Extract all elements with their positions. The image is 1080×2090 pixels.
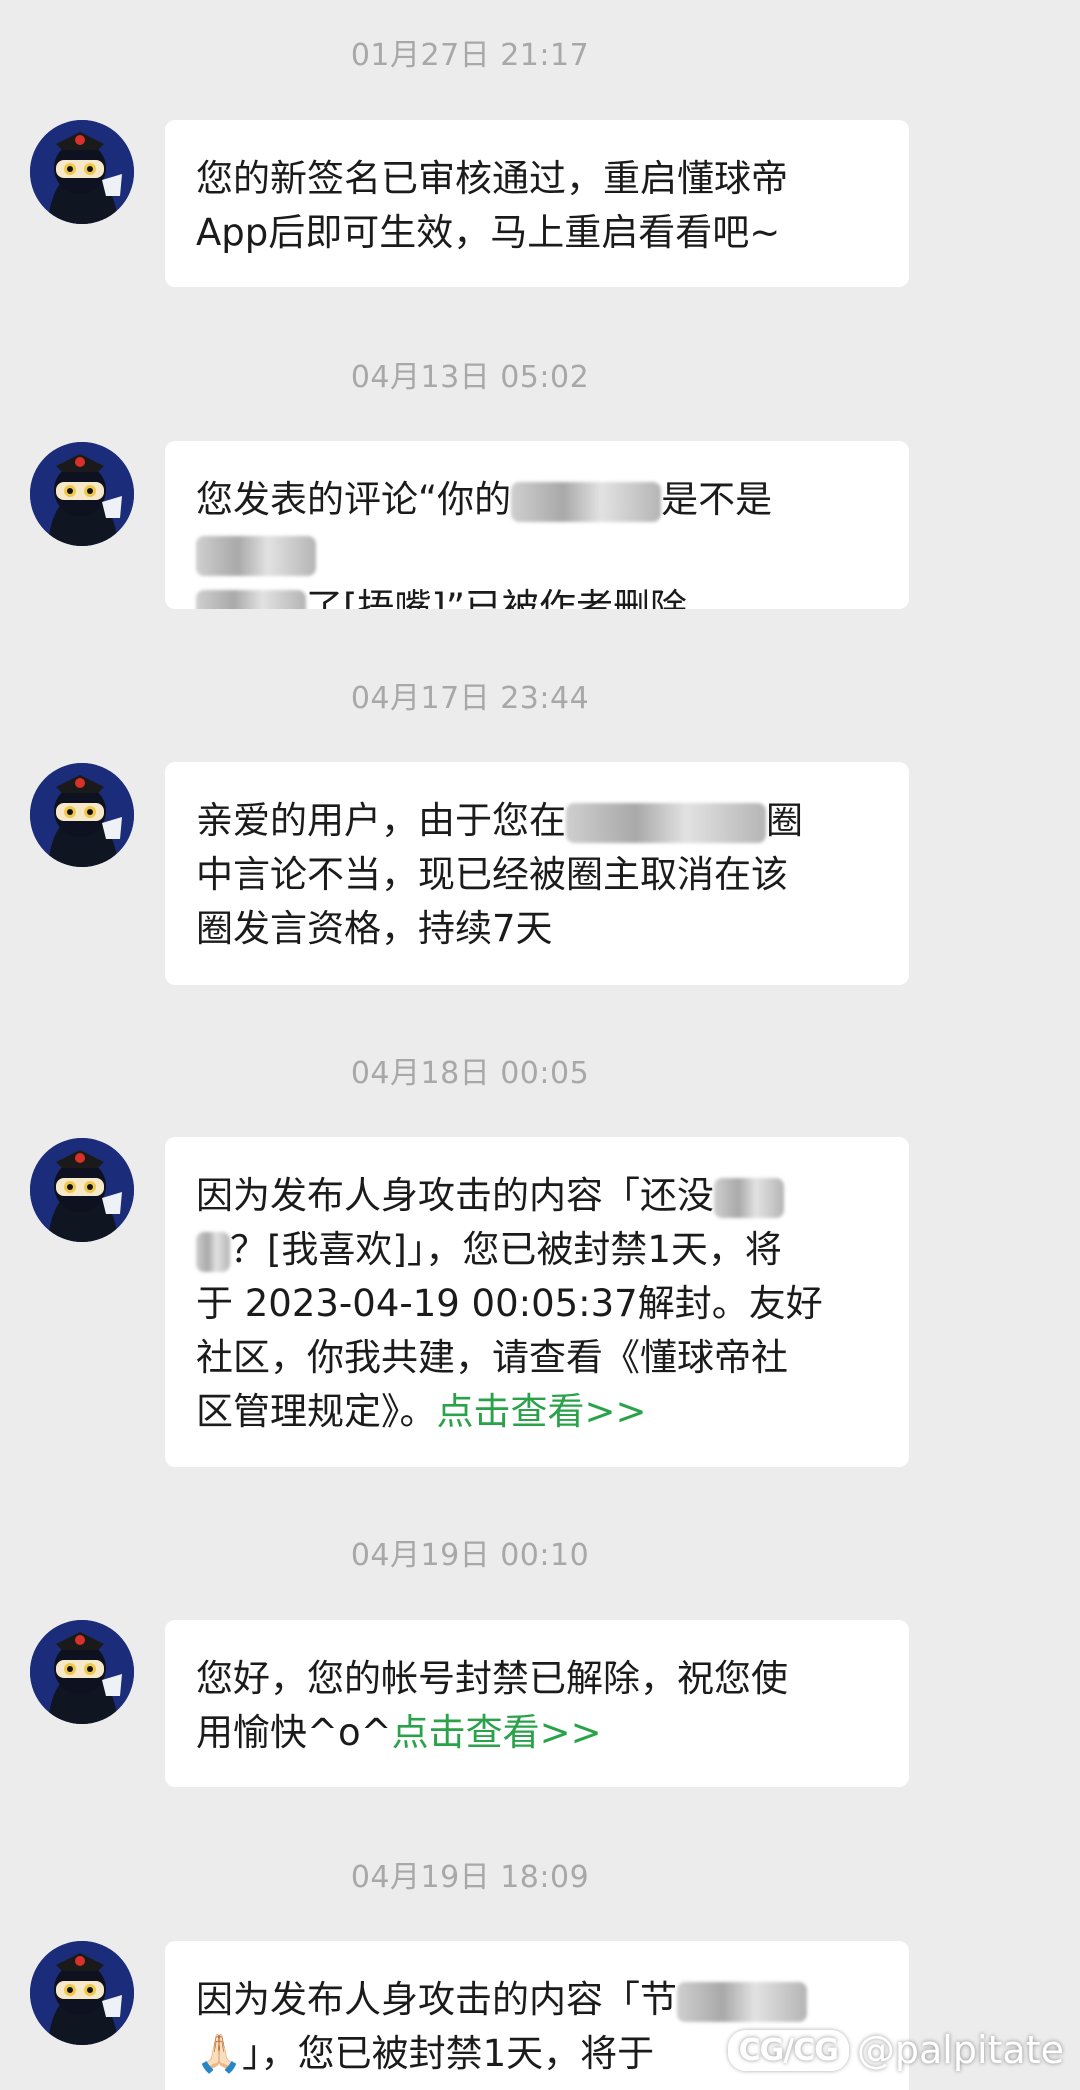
black-cat-sheriff-avatar-icon bbox=[30, 1138, 134, 1242]
message-text: 您的新签名已审核通过，重启懂球帝 bbox=[196, 157, 788, 200]
black-cat-sheriff-avatar-icon bbox=[30, 1620, 134, 1724]
avatar[interactable] bbox=[30, 763, 134, 867]
black-cat-sheriff-avatar-icon bbox=[30, 763, 134, 867]
redacted-blur bbox=[196, 535, 316, 576]
avatar[interactable] bbox=[30, 442, 134, 546]
message-text: App后即可生效，马上重启看看吧~ bbox=[196, 211, 781, 254]
redacted-blur bbox=[677, 1981, 807, 2022]
message-text: 因为发布人身攻击的内容「节 bbox=[196, 1973, 875, 2027]
message-bubble: 因为发布人身攻击的内容「还没 ？[我喜欢]」，您已被封禁1天，将 于 2023-… bbox=[165, 1137, 909, 1467]
timestamp: 04月17日 23:44 bbox=[350, 681, 590, 716]
timestamp: 04月19日 00:10 bbox=[350, 1538, 590, 1573]
timestamp: 04月18日 00:05 bbox=[350, 1056, 590, 1091]
message-text: 您好，您的帐号封禁已解除，祝您使 bbox=[196, 1657, 788, 1700]
redacted-blur bbox=[196, 589, 306, 609]
message-text: 圈发言资格，持续7天 bbox=[196, 907, 553, 950]
message-text: 中言论不当，现已经被圈主取消在该 bbox=[196, 853, 788, 896]
message-bubble: 您的新签名已审核通过，重启懂球帝 App后即可生效，马上重启看看吧~ bbox=[165, 120, 909, 287]
redacted-blur bbox=[714, 1177, 784, 1218]
message-bubble: 您发表的评论“你的 是不是 了[捂嘴]”已被作者删除 bbox=[165, 441, 909, 609]
message-text: 社区，你我共建，请查看《懂球帝社 bbox=[196, 1336, 788, 1379]
message-text: 因为发布人身攻击的内容「还没 bbox=[196, 1169, 875, 1223]
watermark-logo: CG/CG bbox=[727, 2029, 849, 2071]
view-details-link[interactable]: 点击查看>> bbox=[392, 1711, 602, 1754]
view-details-link[interactable]: 点击查看>> bbox=[437, 1390, 647, 1433]
message-text: 您发表的评论“你的 是不是 bbox=[196, 473, 875, 581]
timestamp: 04月19日 18:09 bbox=[350, 1860, 590, 1895]
avatar[interactable] bbox=[30, 1941, 134, 2045]
black-cat-sheriff-avatar-icon bbox=[30, 442, 134, 546]
redacted-blur bbox=[196, 1231, 230, 1272]
message-text: 区管理规定》。点击查看>> bbox=[196, 1390, 647, 1433]
black-cat-sheriff-avatar-icon bbox=[30, 1941, 134, 2045]
praying-hands-icon: 🙏🏻 bbox=[196, 2032, 243, 2075]
black-cat-sheriff-avatar-icon bbox=[30, 120, 134, 224]
timestamp: 01月27日 21:17 bbox=[350, 38, 590, 73]
watermark: CG/CG @palpitate bbox=[727, 2028, 1064, 2072]
message-bubble: 亲爱的用户，由于您在圈 中言论不当，现已经被圈主取消在该 圈发言资格，持续7天 bbox=[165, 762, 909, 985]
message-text: 用愉快^o^点击查看>> bbox=[196, 1711, 602, 1754]
redacted-blur bbox=[566, 802, 766, 843]
message-bubble: 您好，您的帐号封禁已解除，祝您使 用愉快^o^点击查看>> bbox=[165, 1620, 909, 1787]
redacted-blur bbox=[511, 481, 662, 522]
message-text: 于 2023-04-19 00:05:37解封。友好 bbox=[196, 1282, 823, 1325]
timestamp: 04月13日 05:02 bbox=[350, 360, 590, 395]
message-text: 亲爱的用户，由于您在圈 bbox=[196, 799, 803, 843]
message-text: ？[我喜欢]」，您已被封禁1天，将 bbox=[196, 1223, 875, 1277]
avatar[interactable] bbox=[30, 1138, 134, 1242]
watermark-handle: @palpitate bbox=[856, 2028, 1064, 2072]
message-text: 了[捂嘴]”已被作者删除 bbox=[196, 581, 875, 609]
avatar[interactable] bbox=[30, 1620, 134, 1724]
avatar[interactable] bbox=[30, 120, 134, 224]
